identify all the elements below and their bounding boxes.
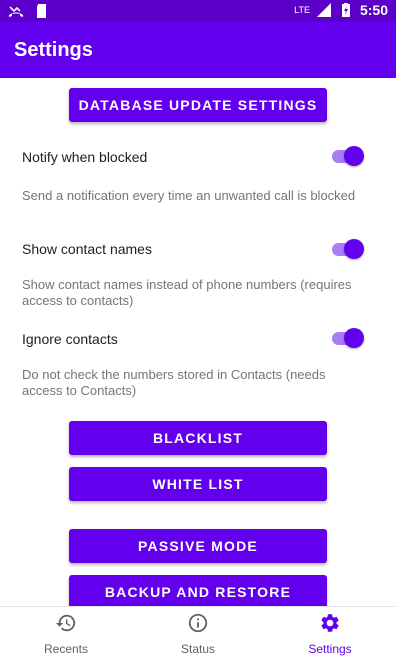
setting-contact-names-description: Show contact names instead of phone numb…	[22, 277, 352, 308]
bottom-navigation: Recents Status Settings	[0, 606, 396, 660]
battery-charging-icon	[338, 2, 354, 18]
backup-and-restore-button[interactable]: BACKUP AND RESTORE	[69, 575, 327, 606]
toggle-thumb	[344, 146, 364, 166]
notify-toggle[interactable]	[332, 145, 364, 167]
nav-recents[interactable]: Recents	[0, 607, 132, 660]
setting-notify-title: Notify when blocked	[22, 149, 148, 165]
setting-ignore-contacts-description: Do not check the numbers stored in Conta…	[22, 367, 326, 398]
toggle-thumb	[344, 328, 364, 348]
network-type: LTE	[294, 5, 310, 15]
toggle-thumb	[344, 239, 364, 259]
white-list-button[interactable]: WHITE LIST	[69, 467, 327, 501]
history-icon	[55, 612, 77, 639]
app-bar: Settings	[0, 22, 396, 78]
setting-ignore-contacts-title: Ignore contacts	[22, 331, 118, 347]
signal-icon	[316, 2, 332, 18]
contact-names-toggle[interactable]	[332, 238, 364, 260]
info-icon	[187, 612, 209, 639]
nav-recents-label: Recents	[43, 642, 89, 656]
clock: 5:50	[359, 2, 388, 18]
setting-notify-description: Send a notification every time an unwant…	[22, 188, 356, 203]
nav-settings[interactable]: Settings	[264, 607, 396, 660]
nav-status[interactable]: Status	[132, 607, 264, 660]
blacklist-button[interactable]: BLACKLIST	[69, 421, 327, 455]
passive-mode-button[interactable]: PASSIVE MODE	[69, 529, 327, 563]
nav-settings-label: Settings	[308, 642, 352, 656]
nav-status-label: Status	[180, 642, 216, 656]
settings-content[interactable]: DATABASE UPDATE SETTINGS Notify when blo…	[0, 78, 396, 606]
database-update-settings-button[interactable]: DATABASE UPDATE SETTINGS	[69, 88, 327, 122]
sd-card-icon	[34, 3, 50, 19]
gear-icon	[319, 612, 341, 639]
missed-call-icon	[8, 3, 24, 19]
status-bar: LTE 5:50	[0, 0, 396, 22]
setting-contact-names-title: Show contact names	[22, 241, 152, 257]
page-title: Settings	[14, 39, 93, 61]
ignore-contacts-toggle[interactable]	[332, 327, 364, 349]
